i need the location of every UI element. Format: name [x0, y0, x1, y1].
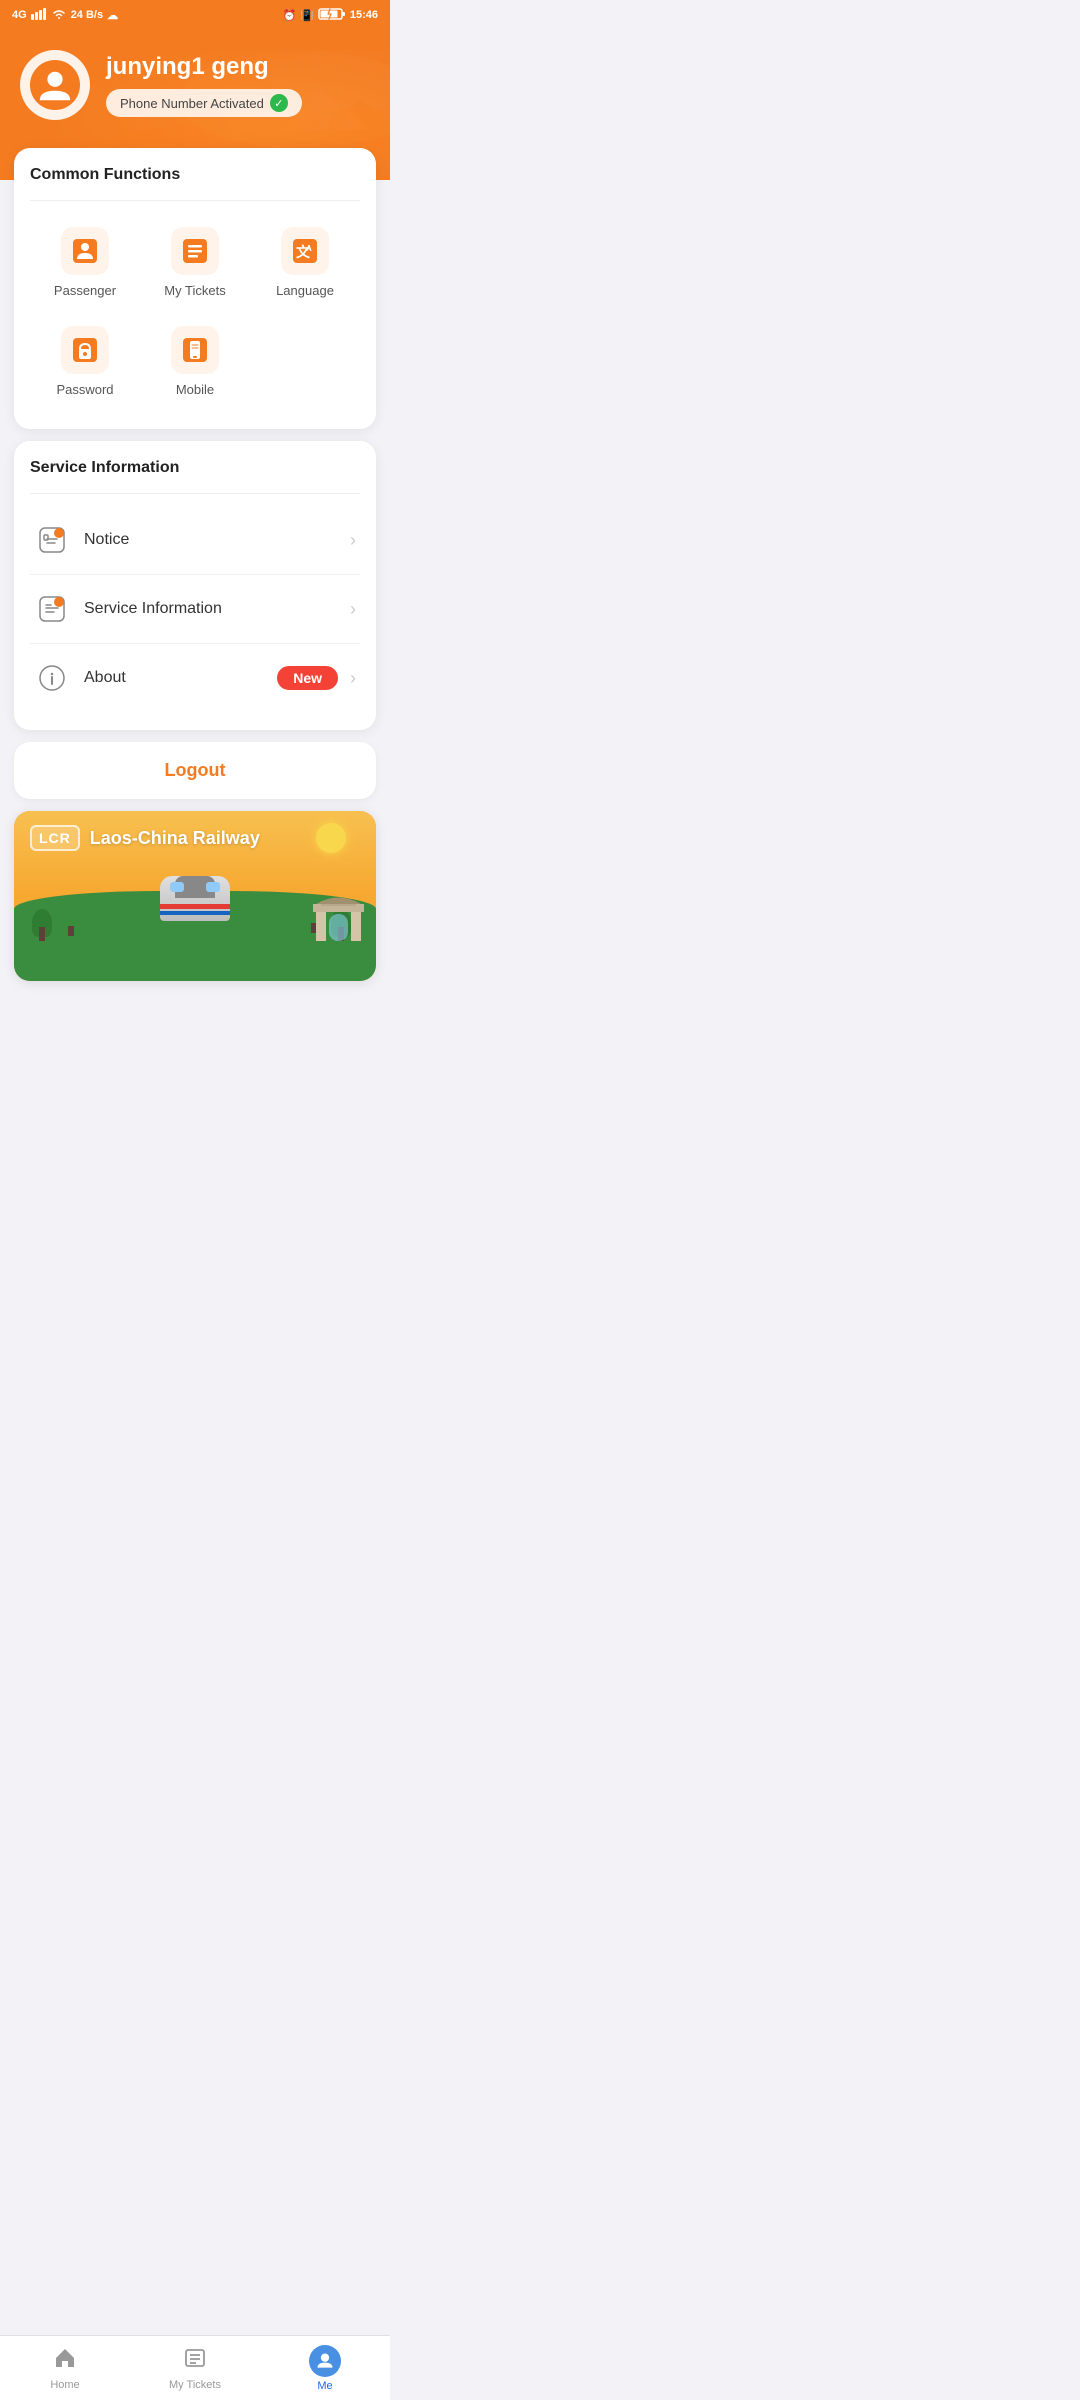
battery-icon	[318, 7, 346, 24]
tree-left-2	[64, 914, 78, 936]
nav-me-label: Me	[317, 2380, 332, 2392]
common-functions-card: Common Functions Passenger	[14, 148, 376, 429]
nav-me[interactable]: Me	[260, 2336, 390, 2400]
svg-text:A: A	[306, 244, 312, 253]
banner-train	[160, 876, 230, 931]
notice-icon	[34, 522, 70, 558]
nav-my-tickets-label: My Tickets	[169, 2379, 221, 2391]
password-icon	[61, 326, 109, 374]
about-chevron: ›	[350, 668, 356, 689]
password-label: Password	[56, 382, 113, 397]
about-icon	[34, 660, 70, 696]
cloud-icon: ☁	[107, 9, 118, 22]
profile-info: junying1 geng Phone Number Activated ✓	[106, 53, 302, 117]
mobile-function[interactable]: Mobile	[140, 312, 250, 411]
profile-name: junying1 geng	[106, 53, 302, 81]
notice-chevron: ›	[350, 530, 356, 551]
language-icon: 文 A	[281, 227, 329, 275]
nav-my-tickets[interactable]: My Tickets	[130, 2336, 260, 2400]
functions-grid: Passenger My Tickets	[30, 213, 360, 411]
data-usage: 24 B/s	[71, 9, 103, 21]
passenger-label: Passenger	[54, 283, 116, 298]
language-function[interactable]: 文 A Language	[250, 213, 360, 312]
nav-tickets-icon	[183, 2346, 207, 2376]
logout-card[interactable]: Logout	[14, 742, 376, 799]
service-info-item[interactable]: Service Information ›	[30, 575, 360, 644]
mobile-label: Mobile	[176, 382, 214, 397]
notice-item[interactable]: Notice ›	[30, 506, 360, 575]
about-item[interactable]: About New ›	[30, 644, 360, 712]
service-info-label: Service Information	[84, 600, 346, 618]
time-display: 15:46	[350, 9, 378, 21]
verified-icon: ✓	[270, 94, 288, 112]
language-label: Language	[276, 283, 334, 298]
nav-home-label: Home	[50, 2379, 79, 2391]
about-label: About	[84, 669, 277, 687]
my-tickets-label: My Tickets	[164, 283, 225, 298]
service-info-chevron: ›	[350, 599, 356, 620]
status-left: 4G 24 B/s ☁	[12, 8, 118, 23]
vibrate-icon: 📳	[300, 9, 314, 22]
signal-icon	[31, 8, 47, 23]
avatar[interactable]	[20, 50, 90, 120]
phone-badge: Phone Number Activated ✓	[106, 89, 302, 117]
tree-left-1	[32, 909, 52, 941]
nav-home[interactable]: Home	[0, 2336, 130, 2400]
alarm-icon: ⏰	[282, 9, 296, 22]
passenger-icon	[61, 227, 109, 275]
banner-header: LCR Laos-China Railway	[30, 825, 260, 851]
landmark-icon	[311, 886, 366, 946]
logout-button[interactable]: Logout	[165, 760, 226, 780]
my-tickets-icon	[171, 227, 219, 275]
service-information-card: Service Information Notice ›	[14, 441, 376, 730]
my-tickets-function[interactable]: My Tickets	[140, 213, 250, 312]
phone-badge-text: Phone Number Activated	[120, 96, 264, 111]
new-badge: New	[277, 666, 338, 690]
lcr-banner[interactable]: LCR Laos-China Railway	[14, 811, 376, 981]
service-information-title: Service Information	[30, 459, 360, 477]
common-functions-title: Common Functions	[30, 166, 360, 184]
lcr-logo: LCR	[30, 825, 80, 851]
password-function[interactable]: Password	[30, 312, 140, 411]
passenger-function[interactable]: Passenger	[30, 213, 140, 312]
status-bar: 4G 24 B/s ☁ ⏰ 📳	[0, 0, 390, 30]
banner-sun	[316, 823, 346, 853]
notice-label: Notice	[84, 531, 346, 549]
me-avatar-icon	[309, 2345, 341, 2377]
wifi-icon	[51, 8, 67, 23]
banner-content: LCR Laos-China Railway	[14, 811, 376, 981]
banner-title: Laos-China Railway	[90, 828, 260, 849]
service-info-icon	[34, 591, 70, 627]
status-right: ⏰ 📳 15:46	[282, 7, 378, 24]
network-indicator: 4G	[12, 9, 27, 21]
home-icon	[53, 2346, 77, 2376]
mobile-icon	[171, 326, 219, 374]
bottom-navigation: Home My Tickets Me	[0, 2335, 390, 2400]
